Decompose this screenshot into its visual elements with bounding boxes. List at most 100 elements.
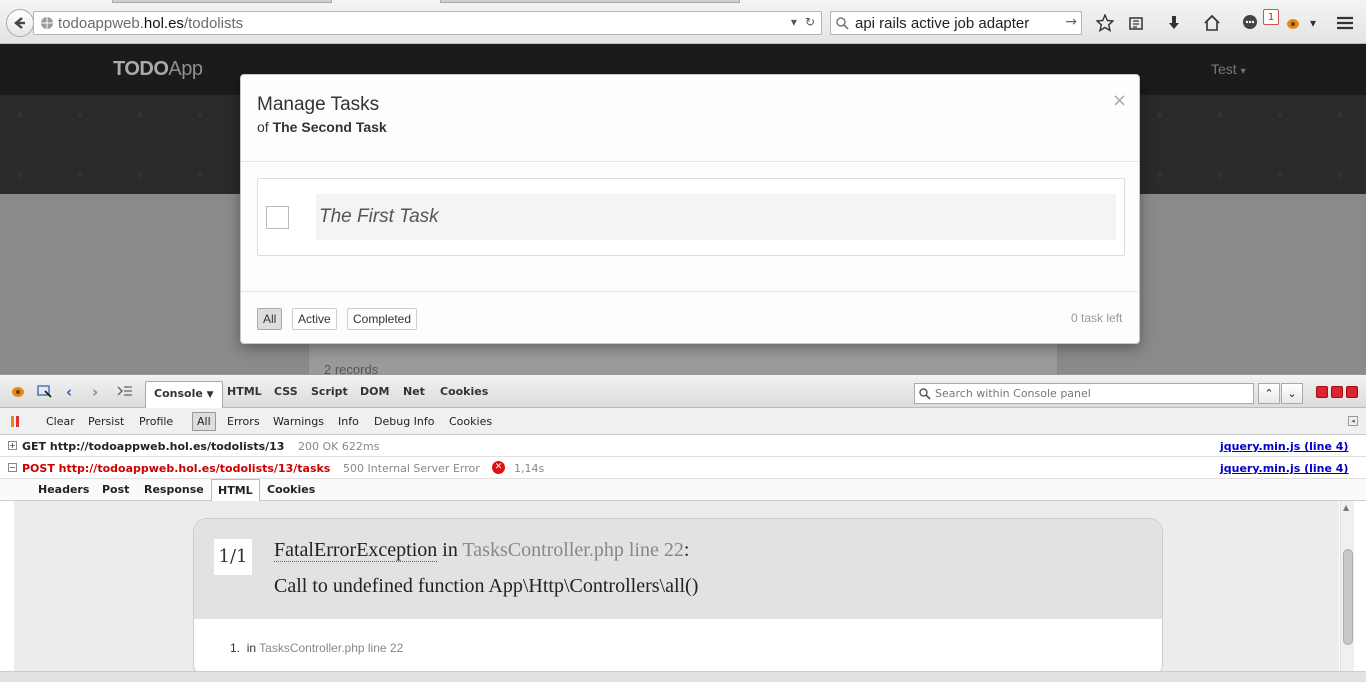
back-arrow-icon bbox=[14, 17, 25, 29]
request-status: 200 OK 622ms bbox=[298, 440, 380, 453]
request-row-error[interactable]: − POST http://todoappweb.hol.es/todolist… bbox=[0, 457, 1366, 479]
search-prev-button[interactable]: ⌃ bbox=[1258, 383, 1280, 404]
search-icon bbox=[919, 387, 931, 400]
request-url: GET http://todoappweb.hol.es/todolists/1… bbox=[22, 440, 285, 453]
firebug-icon[interactable] bbox=[1282, 12, 1304, 34]
url-bar[interactable]: todoappweb.hol.es/todolists ▾ ↻ bbox=[33, 11, 822, 35]
url-bar-actions: ▾ ↻ bbox=[791, 15, 815, 29]
inspect-element-icon[interactable] bbox=[37, 385, 53, 403]
collapse-icon[interactable]: − bbox=[8, 463, 17, 472]
console-filter-bar: Clear Persist Profile All Errors Warning… bbox=[0, 408, 1366, 435]
reading-list-icon[interactable] bbox=[1125, 12, 1147, 34]
expand-icon[interactable]: + bbox=[8, 441, 17, 450]
manage-tasks-modal: Manage Tasks of The Second Task × The Fi… bbox=[240, 74, 1140, 344]
command-line-icon[interactable] bbox=[117, 385, 133, 402]
scroll-up-icon[interactable]: ▲ bbox=[1343, 503, 1349, 512]
app-brand[interactable]: TODOApp bbox=[113, 58, 203, 81]
request-status: 500 Internal Server Error bbox=[343, 462, 480, 475]
persist-button[interactable]: Persist bbox=[88, 415, 124, 428]
chevron-down-icon: ▼ bbox=[206, 390, 214, 400]
tab-script[interactable]: Script bbox=[311, 385, 348, 398]
tab-html[interactable]: HTML bbox=[227, 385, 262, 398]
tasks-left-count: 0 task left bbox=[1071, 311, 1123, 325]
tab-post[interactable]: Post bbox=[102, 483, 129, 496]
trace-location: TasksController.php line 22 bbox=[259, 641, 404, 655]
tab-response[interactable]: Response bbox=[144, 483, 204, 496]
search-bar[interactable]: api rails active job adapter → bbox=[830, 11, 1082, 35]
reload-icon[interactable]: ↻ bbox=[805, 15, 815, 29]
modal-subtitle: of The Second Task bbox=[257, 119, 387, 135]
filter-all-button[interactable]: All bbox=[257, 308, 283, 330]
filter-warnings-button[interactable]: Warnings bbox=[273, 415, 324, 428]
home-icon[interactable] bbox=[1201, 12, 1223, 34]
exception-header: 1/1 FatalErrorException in TasksControll… bbox=[194, 519, 1162, 619]
minimize-icon[interactable] bbox=[1316, 386, 1328, 398]
download-icon[interactable] bbox=[1163, 12, 1185, 34]
filter-info-button[interactable]: Info bbox=[338, 415, 359, 428]
preview-scrollbar[interactable]: ▲ bbox=[1340, 501, 1354, 671]
profile-button[interactable]: Profile bbox=[139, 415, 173, 428]
break-on-errors-icon[interactable] bbox=[10, 415, 24, 432]
firebug-panel: ‹ › Console ▼ HTML CSS Script DOM Net Co… bbox=[0, 374, 1366, 682]
tab-dom[interactable]: DOM bbox=[360, 385, 389, 398]
tab-console[interactable]: Console ▼ bbox=[145, 381, 223, 408]
modal-header: Manage Tasks of The Second Task × bbox=[241, 75, 1139, 162]
search-icon bbox=[836, 16, 849, 30]
filter-cookies-button[interactable]: Cookies bbox=[449, 415, 492, 428]
records-count: 2 records bbox=[324, 362, 379, 374]
bookmark-star-icon[interactable] bbox=[1094, 12, 1116, 34]
tab-net[interactable]: Net bbox=[403, 385, 425, 398]
search-go-icon[interactable]: → bbox=[1065, 14, 1077, 30]
collapse-panel-icon[interactable]: ◂ bbox=[1348, 416, 1358, 426]
filter-active-button[interactable]: Active bbox=[292, 308, 337, 330]
filter-errors-button[interactable]: Errors bbox=[227, 415, 260, 428]
firebug-toolbar: ‹ › Console ▼ HTML CSS Script DOM Net Co… bbox=[0, 375, 1366, 408]
tab-cookies[interactable]: Cookies bbox=[267, 483, 315, 496]
request-row[interactable]: + GET http://todoappweb.hol.es/todolists… bbox=[0, 435, 1366, 457]
console-search-placeholder: Search within Console panel bbox=[935, 387, 1091, 400]
request-url: POST http://todoappweb.hol.es/todolists/… bbox=[22, 462, 331, 475]
chat-icon[interactable] bbox=[1239, 12, 1261, 34]
request-source-link[interactable]: jquery.min.js (line 4) bbox=[1220, 440, 1348, 453]
close-icon[interactable]: × bbox=[1112, 90, 1127, 111]
chevron-down-icon: ⌄ bbox=[1287, 387, 1297, 400]
tab-cookies[interactable]: Cookies bbox=[440, 385, 488, 398]
filter-completed-button[interactable]: Completed bbox=[347, 308, 418, 330]
user-menu[interactable]: Test ▾ bbox=[1211, 61, 1246, 77]
detach-icon[interactable] bbox=[1331, 386, 1343, 398]
tab-css[interactable]: CSS bbox=[274, 385, 298, 398]
tab-edge bbox=[112, 0, 332, 3]
exception-box: 1/1 FatalErrorException in TasksControll… bbox=[193, 518, 1163, 671]
back-button[interactable] bbox=[6, 9, 34, 37]
horizontal-scroll-strip[interactable] bbox=[0, 671, 1366, 682]
firebug-menu-arrow-icon[interactable]: ▾ bbox=[1302, 12, 1324, 34]
caret-down-icon: ▾ bbox=[1240, 66, 1246, 77]
tab-headers[interactable]: Headers bbox=[38, 483, 89, 496]
notification-badge[interactable]: 1 bbox=[1263, 9, 1279, 25]
scrollbar-thumb[interactable] bbox=[1343, 549, 1353, 645]
modal-title: Manage Tasks bbox=[257, 94, 380, 115]
close-panel-icon[interactable] bbox=[1346, 386, 1358, 398]
request-source-link[interactable]: jquery.min.js (line 4) bbox=[1220, 462, 1348, 475]
stack-trace-item: 1. in TasksController.php line 22 bbox=[230, 641, 404, 655]
console-search-input[interactable]: Search within Console panel bbox=[914, 383, 1254, 404]
filter-debug-info-button[interactable]: Debug Info bbox=[374, 415, 435, 428]
url-text: todoappweb.hol.es/todolists bbox=[58, 14, 244, 32]
task-label[interactable]: The First Task bbox=[316, 194, 1116, 240]
exception-location: TasksController.php line 22 bbox=[462, 539, 684, 561]
firebug-logo-icon[interactable] bbox=[10, 386, 26, 402]
task-checkbox[interactable] bbox=[266, 206, 289, 229]
tab-html-preview[interactable]: HTML bbox=[211, 479, 260, 502]
back-nav-icon[interactable]: ‹ bbox=[66, 383, 72, 401]
search-next-button[interactable]: ⌄ bbox=[1281, 383, 1303, 404]
filter-all-button[interactable]: All bbox=[192, 412, 216, 431]
request-detail-tabs: Headers Post Response HTML Cookies bbox=[0, 479, 1366, 502]
forward-nav-icon[interactable]: › bbox=[92, 383, 98, 401]
exception-title: FatalErrorException in TasksController.p… bbox=[274, 539, 690, 562]
dropdown-arrow-icon[interactable]: ▾ bbox=[791, 15, 797, 29]
modal-footer: All Active Completed 0 task left bbox=[241, 291, 1139, 343]
clear-button[interactable]: Clear bbox=[46, 415, 75, 428]
request-time: 1,14s bbox=[514, 462, 545, 475]
hamburger-menu-icon[interactable] bbox=[1334, 12, 1356, 34]
html-preview-pane: 1/1 FatalErrorException in TasksControll… bbox=[14, 501, 1339, 671]
